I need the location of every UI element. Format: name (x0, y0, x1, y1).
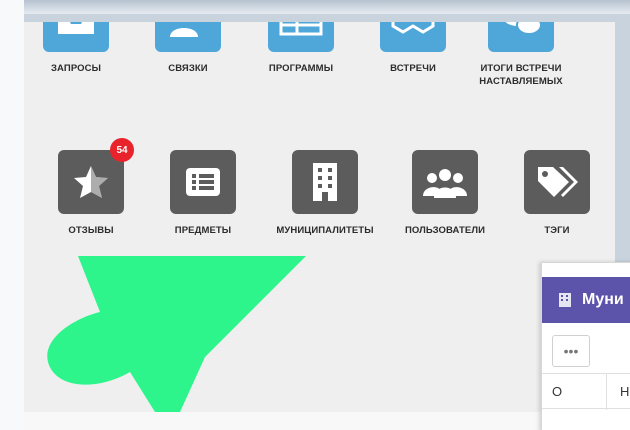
left-strip (0, 0, 24, 430)
tile-users[interactable]: ПОЛЬЗОВАТЕЛИ (390, 150, 500, 237)
tile-reviews[interactable]: 54 ОТЗЫВЫ (36, 138, 146, 237)
list-icon (170, 150, 236, 214)
tile-label: ТЭГИ (544, 225, 570, 236)
tile-links[interactable]: СВЯЗКИ (133, 22, 243, 75)
chat-bubbles-icon (488, 22, 554, 52)
municipalities-window[interactable]: Муни ••• О Н (541, 262, 630, 430)
inbox-download-icon (43, 22, 109, 52)
tile-programs[interactable]: ПРОГРАММЫ (246, 22, 356, 75)
tile-label: СВЯЗКИ (168, 63, 208, 74)
column-header[interactable]: О (552, 384, 562, 399)
tile-label: ИТОГИ ВСТРЕЧИ НАСТАВЛЯЕМЫХ (479, 63, 563, 87)
add-user-icon (155, 22, 221, 52)
tile-requests[interactable]: ЗАПРОСЫ (24, 22, 131, 75)
handshake-icon (380, 22, 446, 52)
tile-label: ПРОГРАММЫ (268, 63, 334, 74)
table-grid-icon (268, 22, 334, 52)
tile-municipalities[interactable]: МУНИЦИПАЛИТЕТЫ (270, 150, 380, 237)
building-icon (559, 293, 571, 307)
users-group-icon (412, 150, 478, 214)
tile-tags[interactable]: ТЭГИ (502, 150, 612, 237)
tile-label: ПОЛЬЗОВАТЕЛИ (404, 225, 486, 236)
bottom-area (24, 412, 630, 430)
tags-icon (524, 150, 590, 214)
tile-label: ВСТРЕЧИ (390, 63, 436, 74)
tile-meetings[interactable]: ВСТРЕЧИ (358, 22, 468, 75)
window-title: Муни (582, 291, 624, 308)
tile-subjects[interactable]: ПРЕДМЕТЫ (148, 150, 258, 237)
tile-label: ОТЗЫВЫ (68, 225, 114, 236)
building-icon (292, 150, 358, 214)
module-grid-panel: ЗАПРОСЫ СВЯЗКИ ПРОГРАММЫ ВСТРЕЧИ ИТОГИ В… (24, 22, 615, 412)
more-options-button[interactable]: ••• (552, 335, 590, 367)
star-icon: 54 (58, 138, 134, 214)
tile-label: МУНИЦИПАЛИТЕТЫ (276, 225, 374, 236)
window-top-strip (0, 0, 630, 14)
column-header[interactable]: Н (620, 384, 629, 399)
tile-meeting-results[interactable]: ИТОГИ ВСТРЕЧИ НАСТАВЛЯЕМЫХ (466, 22, 576, 88)
tile-label: ПРЕДМЕТЫ (174, 225, 232, 236)
notification-badge: 54 (110, 138, 134, 162)
table-header: О Н (542, 373, 630, 410)
tile-label: ЗАПРОСЫ (51, 63, 101, 74)
window-header: Муни (542, 277, 630, 323)
column-divider (606, 374, 607, 410)
